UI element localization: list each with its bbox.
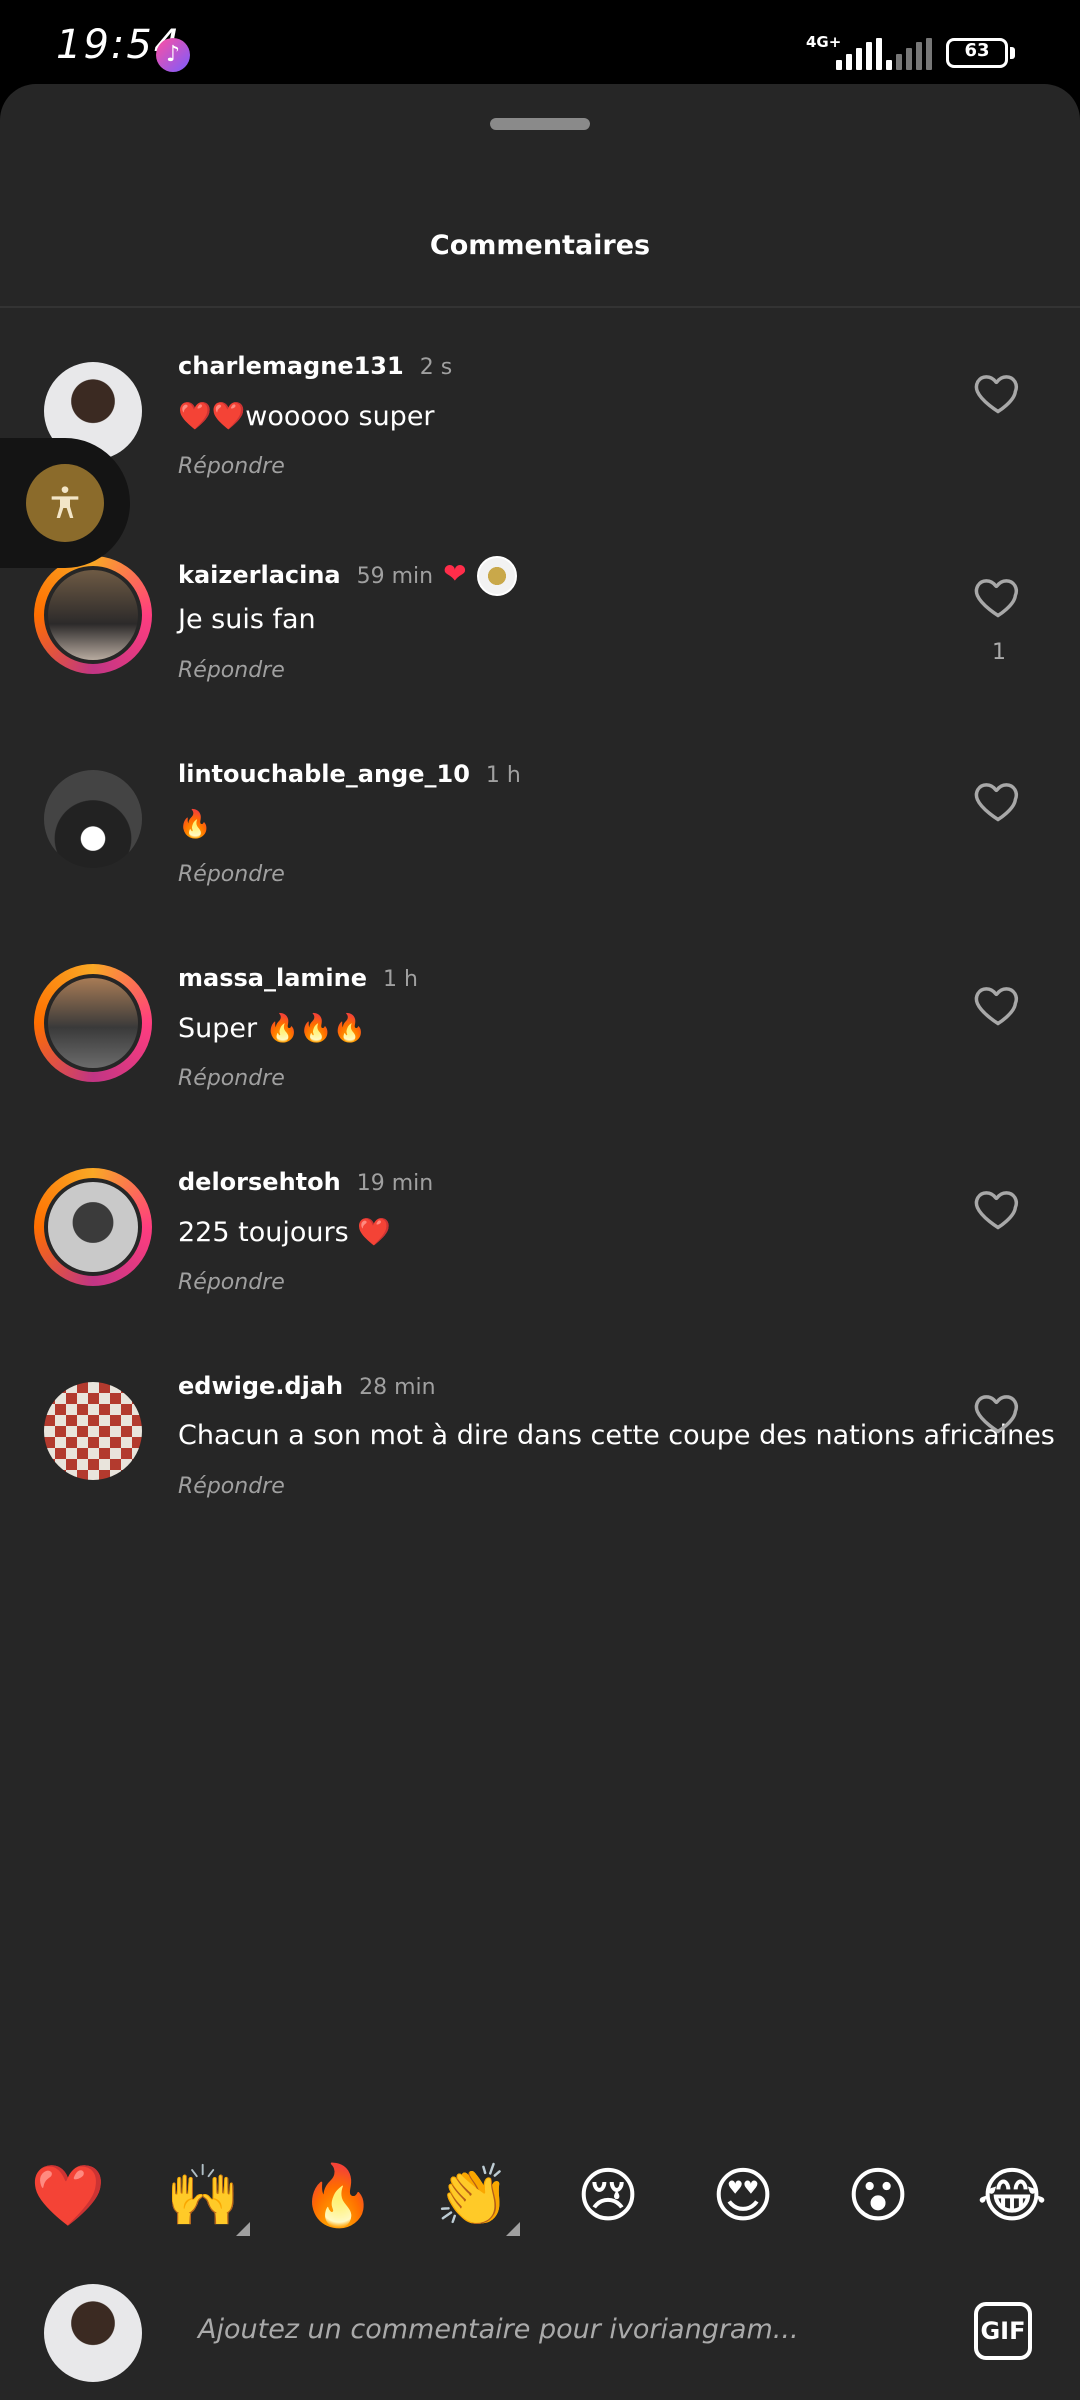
quick-reaction-bar: ❤️ 🙌 🔥 👏 😢 😍 😮 😂: [0, 2156, 1080, 2236]
reply-button[interactable]: Répondre: [178, 658, 285, 683]
comment-item: kaizerlacina 59 min ❤ Je suis fan Répondre…: [0, 542, 1080, 742]
avatar-story-ring[interactable]: [34, 556, 152, 674]
comment-text: Chacun a son mot à dire dans cette coupe…: [178, 1420, 1055, 1451]
comment-time: 2 s: [419, 355, 453, 380]
comments-sheet: Commentaires charlemagne131 2 s ❤️❤️woooo…: [0, 84, 1080, 2400]
current-user-avatar: [44, 2284, 142, 2382]
reaction-laughing[interactable]: 😂: [972, 2156, 1052, 2236]
comment-text: ❤️❤️wooooo super: [178, 401, 435, 432]
comment-time: 59 min: [356, 564, 434, 589]
comment-username[interactable]: edwige.djah: [178, 1372, 343, 1400]
heart-outline-icon[interactable]: [972, 1182, 1024, 1234]
heart-outline-icon[interactable]: [972, 978, 1024, 1030]
battery-nub: [1010, 47, 1015, 59]
battery-level: 63: [964, 40, 990, 61]
avatar[interactable]: [34, 760, 152, 878]
comment-text: Je suis fan: [178, 604, 316, 635]
comment-text: Super 🔥🔥🔥: [178, 1013, 367, 1044]
comment-time: 19 min: [356, 1171, 434, 1196]
like-count: 1: [992, 640, 1006, 665]
comment-item: delorsehtoh 19 min 225 toujours ❤️ Répond…: [0, 1154, 1080, 1354]
accessibility-floating-button[interactable]: [0, 438, 130, 568]
status-bar: 19:54 ♪ 4G+ 63: [0, 0, 1080, 84]
comment-item: lintouchable_ange_10 1 h 🔥 Répondre: [0, 746, 1080, 946]
reply-button[interactable]: Répondre: [178, 862, 285, 887]
battery-icon: 63: [946, 38, 1008, 68]
comment-text: 225 toujours ❤️: [178, 1217, 391, 1248]
heart-outline-icon[interactable]: [972, 1386, 1024, 1438]
avatar-image: [44, 770, 142, 868]
reply-button[interactable]: Répondre: [178, 1270, 285, 1295]
accessibility-icon: [51, 486, 79, 518]
avatar-image: [44, 566, 142, 664]
avatar-image: [44, 1382, 142, 1480]
avatar-image: [44, 974, 142, 1072]
comment-time: 1 h: [383, 967, 418, 992]
comment-input[interactable]: Ajoutez un commentaire pour ivoriangram.…: [198, 2314, 799, 2345]
comment-username[interactable]: delorsehtoh: [178, 1168, 341, 1196]
comment-item: edwige.djah 28 min Chacun a son mot à dir…: [0, 1358, 1080, 1558]
comment-text: 🔥: [178, 809, 212, 840]
avatar-image: [44, 1178, 142, 1276]
comment-username[interactable]: kaizerlacina: [178, 561, 341, 589]
reply-button[interactable]: Répondre: [178, 1066, 285, 1091]
heart-outline-icon[interactable]: [972, 570, 1024, 622]
music-note-icon: ♪: [156, 38, 190, 72]
comment-time: 1 h: [485, 763, 521, 788]
comment-item: charlemagne131 2 s ❤️❤️wooooo super Répon…: [0, 338, 1080, 538]
reaction-heart[interactable]: ❤️: [28, 2156, 108, 2236]
creator-liked-heart-icon: ❤: [443, 557, 467, 590]
header-divider: [0, 306, 1080, 308]
sheet-title: Commentaires: [429, 230, 651, 261]
skin-tone-indicator: [236, 2222, 250, 2236]
heart-outline-icon[interactable]: [972, 774, 1024, 826]
reaction-raised-hands[interactable]: 🙌: [163, 2156, 243, 2236]
avatar-story-ring[interactable]: [34, 964, 152, 1082]
reaction-surprised[interactable]: 😮: [838, 2156, 918, 2236]
heart-outline-icon[interactable]: [972, 366, 1024, 418]
comment-username[interactable]: charlemagne131: [178, 352, 404, 380]
accessibility-button[interactable]: [26, 464, 104, 542]
avatar[interactable]: [34, 1372, 152, 1490]
reply-button[interactable]: Répondre: [178, 1474, 285, 1499]
reaction-clap[interactable]: 👏: [433, 2156, 513, 2236]
creator-mini-avatar: [476, 556, 517, 596]
comment-username[interactable]: lintouchable_ange_10: [178, 760, 470, 788]
reply-button[interactable]: Répondre: [178, 454, 285, 479]
skin-tone-indicator: [506, 2222, 520, 2236]
comment-composer: Ajoutez un commentaire pour ivoriangram.…: [0, 2270, 1080, 2400]
comment-item: massa_lamine 1 h Super 🔥🔥🔥 Répondre: [0, 950, 1080, 1150]
reaction-fire[interactable]: 🔥: [298, 2156, 378, 2236]
reaction-heart-eyes[interactable]: 😍: [703, 2156, 783, 2236]
reaction-crying[interactable]: 😢: [568, 2156, 648, 2236]
signal-strength-icon: [836, 38, 882, 70]
avatar-story-ring[interactable]: [34, 1168, 152, 1286]
sheet-drag-handle[interactable]: [490, 118, 590, 130]
comment-time: 28 min: [359, 1375, 436, 1400]
gif-button[interactable]: GIF: [974, 2302, 1032, 2360]
signal-strength-2-icon: [886, 38, 932, 70]
comment-username[interactable]: massa_lamine: [178, 964, 367, 992]
